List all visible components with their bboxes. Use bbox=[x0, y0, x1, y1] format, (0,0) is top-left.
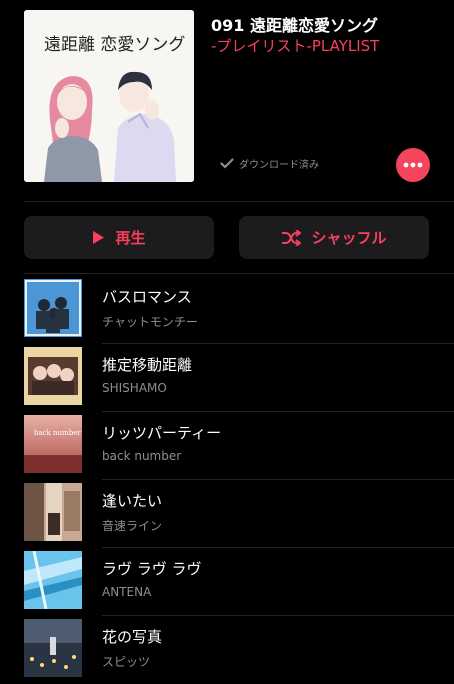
playlist-subtitle[interactable]: -プレイリスト-PLAYLIST bbox=[211, 35, 379, 56]
track-artwork bbox=[24, 279, 82, 337]
track-row[interactable]: 逢いたい 音速ライン bbox=[0, 480, 454, 548]
track-row[interactable]: 花の写真 スピッツ bbox=[0, 616, 454, 684]
track-row[interactable]: back number リッツパーティー back number bbox=[0, 412, 454, 480]
track-title: 逢いたい bbox=[102, 492, 163, 510]
track-list: バスロマンス チャットモンチー 推定移動距離 SHISHAMO back num… bbox=[0, 276, 454, 684]
track-title: 推定移動距離 bbox=[102, 356, 193, 374]
play-button[interactable]: 再生 bbox=[24, 216, 214, 259]
more-options-button[interactable] bbox=[396, 148, 430, 182]
cover-art-lettering: 遠距離 恋愛ソング bbox=[44, 34, 185, 55]
album-art-lettering: back number bbox=[34, 429, 81, 437]
track-artwork bbox=[24, 347, 82, 405]
track-artwork bbox=[24, 551, 82, 609]
track-artist: back number bbox=[102, 449, 182, 463]
track-artwork: back number bbox=[24, 415, 82, 473]
actions-divider bbox=[24, 273, 454, 274]
track-title: リッツパーティー bbox=[102, 424, 222, 442]
track-row[interactable]: バスロマンス チャットモンチー bbox=[0, 276, 454, 344]
shuffle-button-label: シャッフル bbox=[311, 229, 387, 247]
playlist-title: 091 遠距離恋愛ソング bbox=[211, 16, 378, 35]
download-status: ダウンロード済み bbox=[220, 156, 319, 171]
header-divider bbox=[24, 201, 454, 202]
track-artist: SHISHAMO bbox=[102, 381, 167, 395]
playlist-cover-art[interactable]: 遠距離 恋愛ソング bbox=[24, 10, 194, 182]
shuffle-icon bbox=[282, 229, 302, 246]
play-button-label: 再生 bbox=[115, 229, 146, 247]
track-artist: 音速ライン bbox=[102, 519, 163, 533]
track-title: ラヴ ラヴ ラヴ bbox=[102, 560, 202, 578]
play-icon bbox=[93, 231, 105, 244]
track-row[interactable]: 推定移動距離 SHISHAMO bbox=[0, 344, 454, 412]
playlist-header: 遠距離 恋愛ソング 091 遠距離恋愛ソング -プレイリスト-PLAYLIST … bbox=[0, 0, 454, 200]
track-title: 花の写真 bbox=[102, 628, 163, 646]
track-artist: スピッツ bbox=[102, 655, 151, 669]
track-row[interactable]: ラヴ ラヴ ラヴ ANTENA bbox=[0, 548, 454, 616]
download-status-label: ダウンロード済み bbox=[239, 160, 319, 171]
track-artwork bbox=[24, 619, 82, 677]
track-artwork bbox=[24, 483, 82, 541]
track-title: バスロマンス bbox=[102, 288, 192, 306]
track-artist: チャットモンチー bbox=[102, 315, 198, 329]
shuffle-button[interactable]: シャッフル bbox=[239, 216, 429, 259]
ellipsis-icon bbox=[403, 162, 423, 168]
checkmark-icon bbox=[220, 158, 234, 169]
track-artist: ANTENA bbox=[102, 585, 152, 599]
